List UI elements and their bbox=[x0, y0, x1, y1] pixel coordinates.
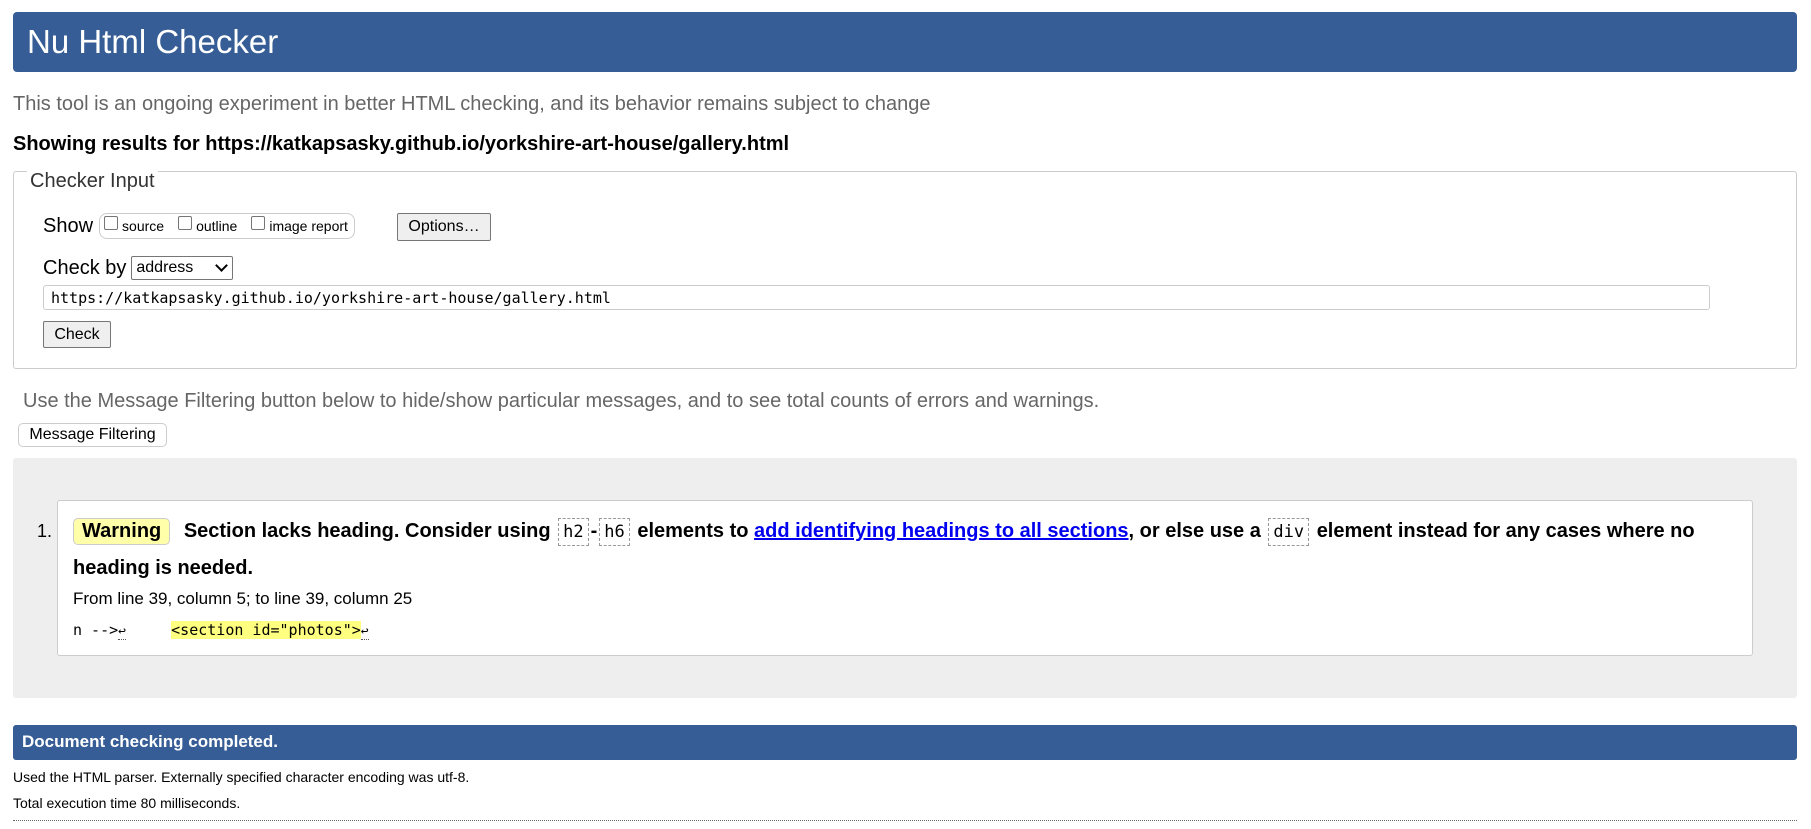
message-text-part-3: , or else use a bbox=[1128, 520, 1261, 542]
warning-badge: Warning bbox=[73, 518, 171, 545]
show-source-option[interactable]: source bbox=[104, 216, 165, 234]
extract-before: n --> bbox=[73, 621, 119, 639]
outline-label: outline bbox=[196, 218, 238, 234]
check-by-selected-value: address bbox=[136, 259, 194, 276]
extract-highlight: <section id="photos"> bbox=[171, 621, 361, 639]
completion-banner: Document checking completed. bbox=[13, 725, 1797, 760]
code-h2: h2 bbox=[558, 517, 589, 546]
document-url-input[interactable]: https://katkapsasky.github.io/yorkshire-… bbox=[43, 285, 1710, 310]
divider bbox=[13, 820, 1797, 821]
code-div: div bbox=[1268, 517, 1310, 546]
page-title: Nu Html Checker bbox=[27, 23, 279, 60]
check-button[interactable]: Check bbox=[43, 321, 111, 348]
outline-checkbox[interactable] bbox=[178, 216, 193, 230]
message-number: 1. bbox=[37, 521, 53, 541]
show-options-row: Show source outline image report bbox=[43, 213, 355, 239]
options-button[interactable]: Options… bbox=[397, 213, 491, 241]
show-outline-option[interactable]: outline bbox=[178, 216, 238, 234]
intro-text: This tool is an ongoing experiment in be… bbox=[13, 93, 931, 115]
extract-gap bbox=[126, 621, 171, 639]
show-options-group: source outline image report bbox=[99, 213, 355, 239]
check-by-select[interactable]: address bbox=[131, 256, 234, 280]
completion-title: Document checking completed. bbox=[22, 732, 278, 751]
filter-note: Use the Message Filtering button below t… bbox=[23, 390, 1100, 412]
code-h6: h6 bbox=[599, 517, 630, 546]
source-label: source bbox=[122, 218, 165, 234]
message-text-part-1: Section lacks heading. Consider using bbox=[183, 520, 551, 542]
message-text-part-2: elements to bbox=[637, 520, 749, 542]
checker-input-fieldset bbox=[13, 171, 1797, 369]
check-by-row: Check by address bbox=[43, 256, 234, 280]
parser-note: Used the HTML parser. Externally specifi… bbox=[13, 769, 470, 785]
message-text: Warning Section lacks heading. Consider … bbox=[73, 513, 1723, 587]
execution-time: Total execution time 80 milliseconds. bbox=[13, 795, 241, 811]
return-icon: ↩ bbox=[118, 624, 126, 640]
source-checkbox[interactable] bbox=[104, 216, 119, 230]
image-report-label: image report bbox=[269, 218, 348, 234]
code-extract: n -->↩ <section id="photos">↩ bbox=[73, 621, 369, 640]
headings-help-link[interactable]: add identifying headings to all sections bbox=[754, 520, 1129, 542]
image-report-checkbox[interactable] bbox=[251, 216, 266, 230]
check-by-label: Check by bbox=[43, 256, 127, 279]
warning-message: Warning Section lacks heading. Consider … bbox=[57, 500, 1753, 656]
checker-input-legend: Checker Input bbox=[27, 170, 158, 193]
message-location: From line 39, column 5; to line 39, colu… bbox=[73, 589, 413, 608]
show-image-report-option[interactable]: image report bbox=[251, 216, 348, 234]
show-label: Show bbox=[43, 214, 94, 237]
page-header: Nu Html Checker bbox=[13, 12, 1797, 72]
showing-results-heading: Showing results for https://katkapsasky.… bbox=[13, 133, 790, 155]
code-dash: - bbox=[590, 520, 598, 542]
message-filtering-button[interactable]: Message Filtering bbox=[18, 423, 167, 447]
chevron-down-icon bbox=[215, 258, 229, 272]
return-icon: ↩ bbox=[360, 624, 369, 640]
